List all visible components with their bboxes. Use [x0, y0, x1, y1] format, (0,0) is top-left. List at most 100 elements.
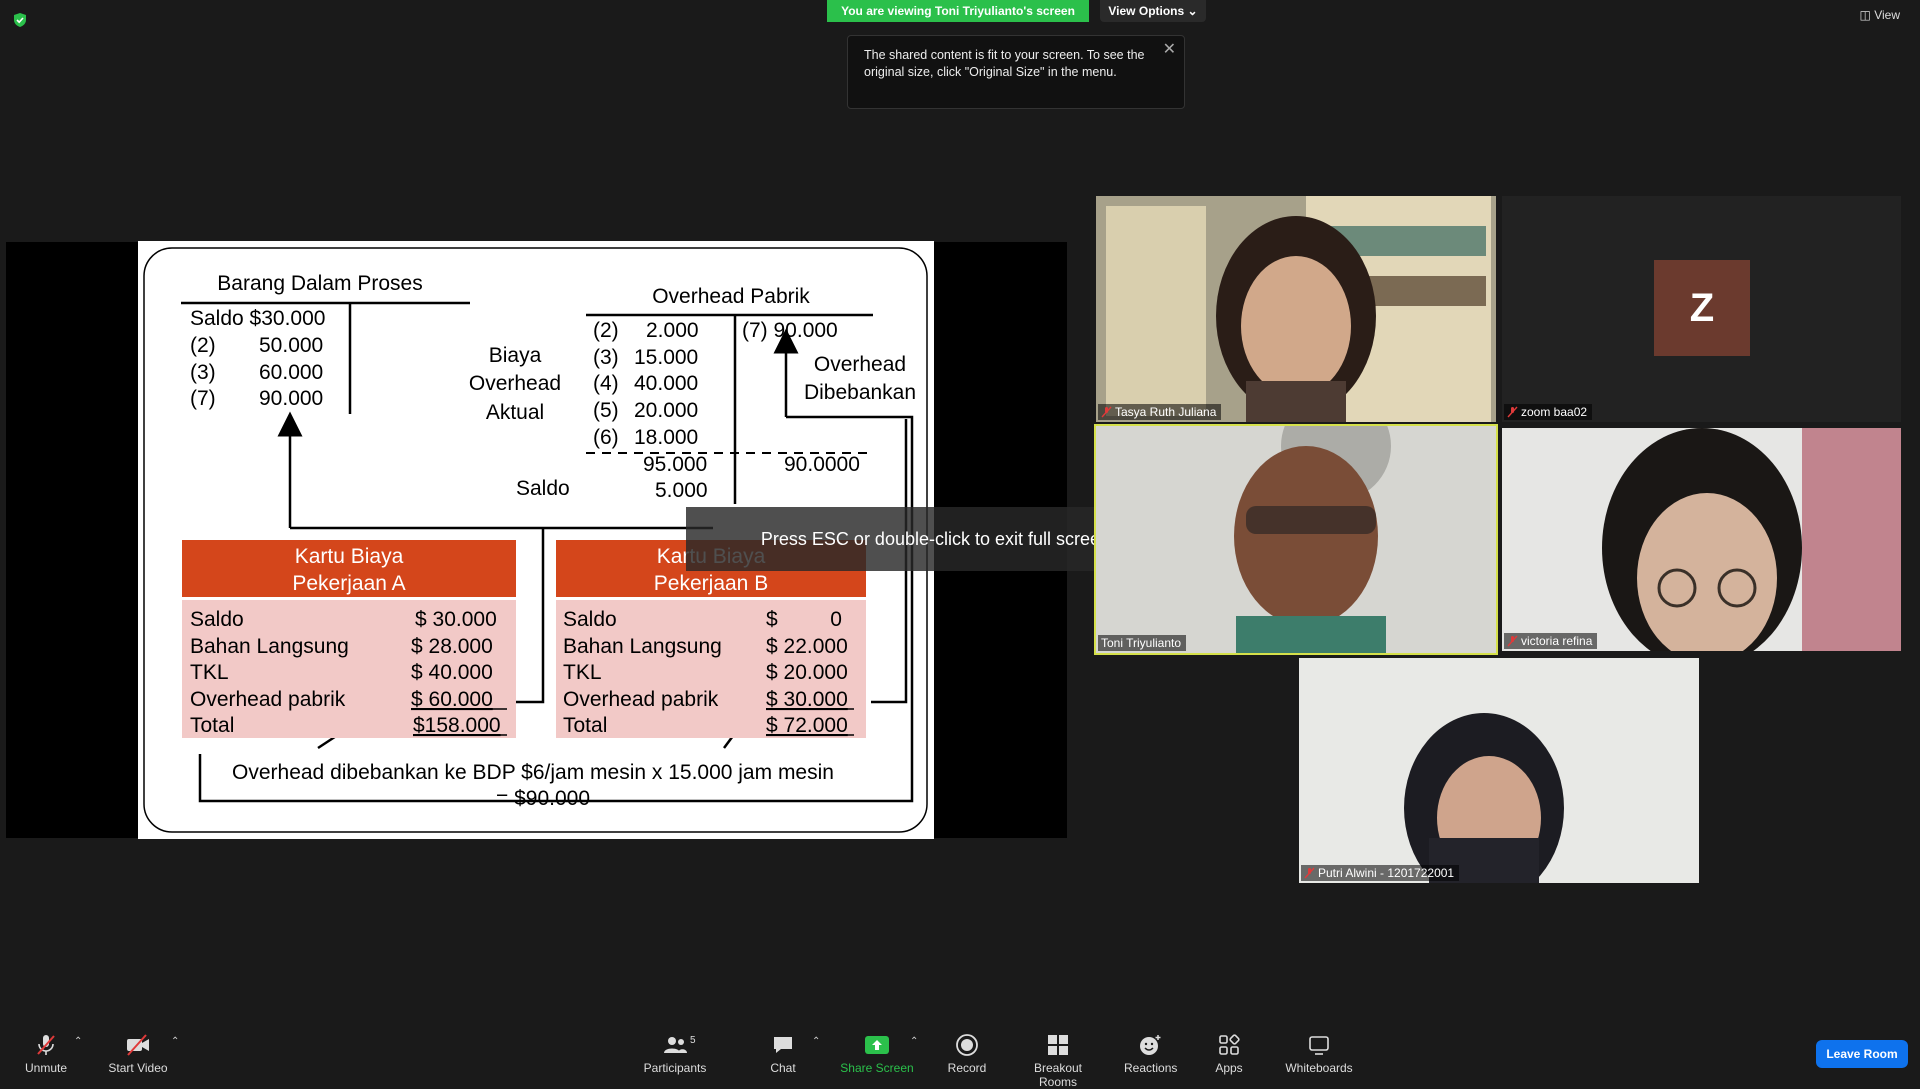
card-a-title-1: Kartu Biaya	[295, 545, 404, 568]
share-screen-icon	[865, 1036, 889, 1054]
video-tile-victoria[interactable]: victoria refina	[1502, 428, 1901, 651]
breakout-rooms-label: Breakout Rooms	[1033, 1061, 1083, 1089]
card-a-label-3: Overhead pabrik	[190, 688, 346, 711]
view-button-label: View	[1874, 8, 1900, 22]
card-a-value-4: $158.000	[413, 714, 501, 737]
ovh-val-3: 15.000	[634, 346, 698, 369]
participants-button[interactable]: Participants	[640, 1033, 710, 1075]
muted-mic-icon	[1507, 635, 1518, 647]
ovh-val-6: 18.000	[634, 426, 698, 449]
unmute-label: Unmute	[24, 1061, 68, 1075]
chat-options-caret[interactable]: ⌃	[812, 1036, 820, 1047]
ovh-num-6: (6)	[593, 426, 619, 449]
footer-line-1: Overhead dibebankan ke BDP $6/jam mesin …	[232, 761, 834, 784]
participant-name-tag: zoom baa02	[1504, 404, 1593, 420]
close-icon[interactable]: ✕	[1163, 41, 1176, 58]
video-tile-toni-active-speaker[interactable]: Toni Triyulianto	[1094, 424, 1498, 655]
reactions-button[interactable]: Reactions	[1124, 1033, 1178, 1075]
view-options-button[interactable]: View Options ⌄	[1100, 0, 1206, 22]
card-b-value-2: $ 20.000	[766, 661, 848, 684]
ovh-credit-total: 90.0000	[784, 453, 860, 476]
reactions-icon	[1140, 1035, 1161, 1055]
bdp-num-7: (7)	[190, 387, 216, 410]
security-shield-icon[interactable]	[12, 12, 28, 28]
card-b-value-1: $ 22.000	[766, 635, 848, 658]
tooltip-text: The shared content is fit to your screen…	[864, 48, 1145, 79]
bdp-val-7: 90.000	[259, 387, 323, 410]
ovh-num-2: (2)	[593, 319, 619, 342]
card-b-label-4: Total	[563, 714, 607, 737]
video-tile-putri[interactable]: Putri Alwini - 1201722001	[1299, 658, 1699, 883]
ovh-val-2: 2.000	[646, 319, 699, 342]
participant-name-tag: Tasya Ruth Juliana	[1098, 404, 1222, 420]
fit-to-screen-tooltip: The shared content is fit to your screen…	[847, 35, 1185, 109]
card-a-label-4: Total	[190, 714, 234, 737]
leave-room-button[interactable]: Leave Room	[1816, 1040, 1908, 1068]
apps-button[interactable]: Apps	[1214, 1033, 1244, 1075]
viewing-screen-banner: You are viewing Toni Triyulianto's scree…	[827, 0, 1089, 22]
participant-name: victoria refina	[1521, 634, 1593, 648]
biaya-label-3: Aktual	[486, 401, 544, 424]
video-tile-tasya[interactable]: Tasya Ruth Juliana	[1096, 196, 1496, 422]
apps-icon	[1219, 1034, 1240, 1055]
whiteboards-button[interactable]: Whiteboards	[1284, 1033, 1354, 1075]
muted-mic-icon	[1507, 406, 1518, 418]
start-video-button[interactable]: Start Video	[105, 1033, 171, 1075]
ovh-num-3: (3)	[593, 346, 619, 369]
record-button[interactable]: Record	[946, 1033, 988, 1075]
whiteboards-label: Whiteboards	[1285, 1061, 1353, 1075]
card-a-label-0: Saldo	[190, 608, 244, 631]
muted-mic-icon	[37, 1035, 55, 1055]
ovh-num-4: (4)	[593, 372, 619, 395]
card-b-label-0: Saldo	[563, 608, 617, 631]
participant-name-tag: Toni Triyulianto	[1098, 635, 1187, 651]
participants-icon	[664, 1037, 687, 1053]
view-button[interactable]: ◫ View	[1860, 8, 1900, 22]
card-a-label-1: Bahan Langsung	[190, 635, 349, 658]
biaya-label-2: Overhead	[469, 372, 561, 395]
participant-name: Putri Alwini - 1201722001	[1318, 866, 1455, 880]
card-a-title-2: Pekerjaan A	[292, 572, 405, 595]
card-a-value-1: $ 28.000	[411, 635, 493, 658]
video-feed	[1502, 428, 1901, 651]
participant-name-tag: victoria refina	[1504, 633, 1598, 649]
share-screen-label: Share Screen	[840, 1061, 914, 1075]
audio-options-caret[interactable]: ⌃	[74, 1036, 82, 1047]
ovh-num-5: (5)	[593, 399, 619, 422]
video-off-icon	[127, 1034, 149, 1056]
muted-mic-icon	[1304, 867, 1315, 879]
view-options-label: View Options	[1108, 4, 1185, 18]
share-screen-button[interactable]: Share Screen	[840, 1033, 914, 1075]
participant-name: zoom baa02	[1521, 405, 1588, 419]
card-b-value-4: $ 72.000	[766, 714, 848, 737]
unmute-button[interactable]: Unmute	[20, 1033, 72, 1075]
breakout-rooms-button[interactable]: Breakout Rooms	[1014, 1033, 1102, 1089]
card-b-label-3: Overhead pabrik	[563, 688, 719, 711]
share-options-caret[interactable]: ⌃	[910, 1036, 918, 1047]
participants-label: Participants	[643, 1061, 707, 1075]
biaya-label-1: Biaya	[489, 344, 542, 367]
bdp-num-3: (3)	[190, 361, 216, 384]
dibebankan-label-1: Overhead	[814, 353, 906, 376]
bdp-saldo: Saldo $30.000	[190, 307, 325, 330]
start-video-label: Start Video	[108, 1061, 168, 1075]
participant-name: Toni Triyulianto	[1101, 636, 1182, 650]
ovh-saldo-label: Saldo	[516, 477, 570, 500]
chat-button[interactable]: Chat	[765, 1033, 801, 1075]
reactions-label: Reactions	[1124, 1061, 1178, 1075]
dibebankan-label-2: Dibebankan	[804, 381, 916, 404]
video-options-caret[interactable]: ⌃	[171, 1036, 179, 1047]
whiteboard-icon	[1309, 1036, 1329, 1055]
apps-label: Apps	[1215, 1061, 1243, 1075]
card-b-label-1: Bahan Langsung	[563, 635, 722, 658]
avatar: Z	[1654, 260, 1750, 356]
card-b-value-0: $ 0	[766, 608, 842, 631]
video-feed	[1096, 196, 1496, 422]
ovh-val-5: 20.000	[634, 399, 698, 422]
video-feed	[1299, 658, 1699, 883]
record-label: Record	[947, 1061, 987, 1075]
bdp-title: Barang Dalam Proses	[217, 272, 422, 295]
overhead-title: Overhead Pabrik	[652, 285, 810, 308]
ovh-credit-entry: (7) 90.000	[742, 319, 838, 342]
participant-name: Tasya Ruth Juliana	[1115, 405, 1217, 419]
